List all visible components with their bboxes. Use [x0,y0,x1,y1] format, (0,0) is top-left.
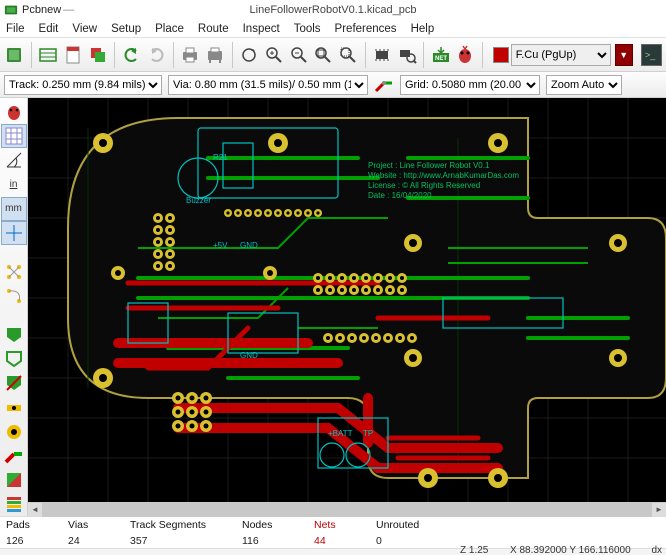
units-indicator: dx [651,545,662,555]
menu-tools[interactable]: Tools [294,23,321,35]
title-bar: Pcbnew — LineFollowerRobotV0.1.kicad_pcb [0,0,666,20]
footprint-editor-button[interactable] [372,42,393,68]
plot-button[interactable] [205,42,226,68]
pads-value: 126 [6,535,36,547]
via-size-dropdown[interactable]: Via: 0.80 mm (31.5 mils)/ 0.50 mm (19.7 … [168,75,368,95]
new-board-button[interactable] [4,42,25,68]
menu-inspect[interactable]: Inspect [243,23,280,35]
app-name: Pcbnew [22,4,61,16]
redo-button[interactable] [146,42,167,68]
svg-text:Website : http://www.ArnabKuma: Website : http://www.ArnabKumarDas.com [368,171,519,180]
main-toolbar: NET F.Cu (PgUp) ▼ >_ [0,38,666,72]
vias-header: Vias [68,519,98,531]
left-toolbar: in mm [0,98,28,516]
layers-manager-toggle-icon[interactable] [1,492,27,516]
pads-header: Pads [6,519,36,531]
zoom-out-button[interactable] [288,42,309,68]
svg-text:License : © All Rights Reserve: License : © All Rights Reserved [368,181,480,190]
drc-off-icon[interactable] [1,100,27,124]
svg-text:R21: R21 [213,153,228,162]
curved-ratsnest-icon[interactable] [1,284,27,308]
nodes-value: 116 [242,535,282,547]
zoom-level: Z 1.25 [460,545,488,555]
update-from-schematic-button[interactable]: NET [430,42,451,68]
svg-text:GND: GND [240,241,258,250]
unrouted-header: Unrouted [376,519,419,531]
via-display-icon[interactable] [1,420,27,444]
zoom-fit-button[interactable] [313,42,334,68]
app-icon [4,3,18,17]
zoom-selection-button[interactable] [338,42,359,68]
scripting-console-button[interactable]: >_ [641,44,662,66]
nodes-header: Nodes [242,519,282,531]
svg-text:Buzzer: Buzzer [186,196,211,205]
svg-text:+5V: +5V [213,241,228,250]
board-setup-button[interactable] [38,42,59,68]
contrast-mode-icon[interactable] [1,468,27,492]
show-grid-icon[interactable] [1,124,27,148]
unrouted-value: 0 [376,535,382,547]
pcb-canvas[interactable]: Project : Line Follower Robot V0.1 Websi… [28,98,666,516]
menu-route[interactable]: Route [198,23,229,35]
svg-text:Date : 16/04/2020: Date : 16/04/2020 [368,191,432,200]
nets-header: Nets [314,519,344,531]
units-mm-button[interactable]: mm [1,197,27,221]
print-button[interactable] [180,42,201,68]
menu-bar: File Edit View Setup Place Route Inspect… [0,20,666,38]
drc-button[interactable] [455,42,476,68]
units-inches-button[interactable]: in [1,173,27,197]
footprint-browser-button[interactable] [396,42,417,68]
page-settings-button[interactable] [63,42,84,68]
redraw-button[interactable] [238,42,259,68]
menu-setup[interactable]: Setup [111,23,141,35]
show-zone-outlines-icon[interactable] [1,347,27,371]
menu-place[interactable]: Place [155,23,184,35]
svg-text:Project : Line Follower Robot: Project : Line Follower Robot V0.1 [368,161,490,170]
menu-edit[interactable]: Edit [39,23,59,35]
layer-color-swatch [493,47,509,63]
status-bar: Z 1.25 X 88.392000 Y 166.116000 dx [0,548,666,555]
show-ratsnest-icon[interactable] [1,260,27,284]
scroll-left-arrow[interactable]: ◄ [28,503,42,517]
route-track-icon[interactable] [374,75,394,95]
svg-text:+BATT: +BATT [328,429,353,438]
show-filled-zones-icon[interactable] [1,323,27,347]
polar-coords-icon[interactable] [1,148,27,172]
scroll-right-arrow[interactable]: ► [652,503,666,517]
track-display-icon[interactable] [1,444,27,468]
pcb-canvas-wrap: Project : Line Follower Robot V0.1 Websi… [28,98,666,516]
svg-text:>_: >_ [645,50,656,60]
zoom-in-button[interactable] [263,42,284,68]
grid-dropdown[interactable]: Grid: 0.5080 mm (20.00 mils) [400,75,540,95]
menu-view[interactable]: View [72,23,97,35]
svg-text:GND: GND [240,351,258,360]
cursor-coords: X 88.392000 Y 166.116000 [510,545,631,555]
tracks-header: Track Segments [130,519,210,531]
cursor-shape-icon[interactable] [1,221,27,245]
svg-text:TP: TP [363,429,373,438]
menu-preferences[interactable]: Preferences [335,23,397,35]
stats-header-row: Pads Vias Track Segments Nodes Nets Unro… [0,516,666,533]
track-width-dropdown[interactable]: Track: 0.250 mm (9.84 mils) * [4,75,162,95]
show-zone-hatched-icon[interactable] [1,371,27,395]
pad-display-icon[interactable] [1,395,27,419]
undo-button[interactable] [121,42,142,68]
horizontal-scrollbar[interactable]: ◄ ► [28,502,666,516]
layer-dropdown[interactable]: F.Cu (PgUp) [511,44,611,66]
zoom-dropdown[interactable]: Zoom Auto [546,75,622,95]
aux-toolbar: Track: 0.250 mm (9.84 mils) * Via: 0.80 … [0,72,666,98]
menu-file[interactable]: File [6,23,25,35]
document-filename: LineFollowerRobotV0.1.kicad_pcb [250,4,417,16]
nets-value: 44 [314,535,344,547]
layer-selector: F.Cu (PgUp) ▼ [493,44,633,66]
tracks-value: 357 [130,535,210,547]
svg-text:NET: NET [435,56,447,62]
layers-manager-button[interactable] [87,42,108,68]
vias-value: 24 [68,535,98,547]
layer-pair-button[interactable]: ▼ [615,44,633,66]
menu-help[interactable]: Help [411,23,435,35]
